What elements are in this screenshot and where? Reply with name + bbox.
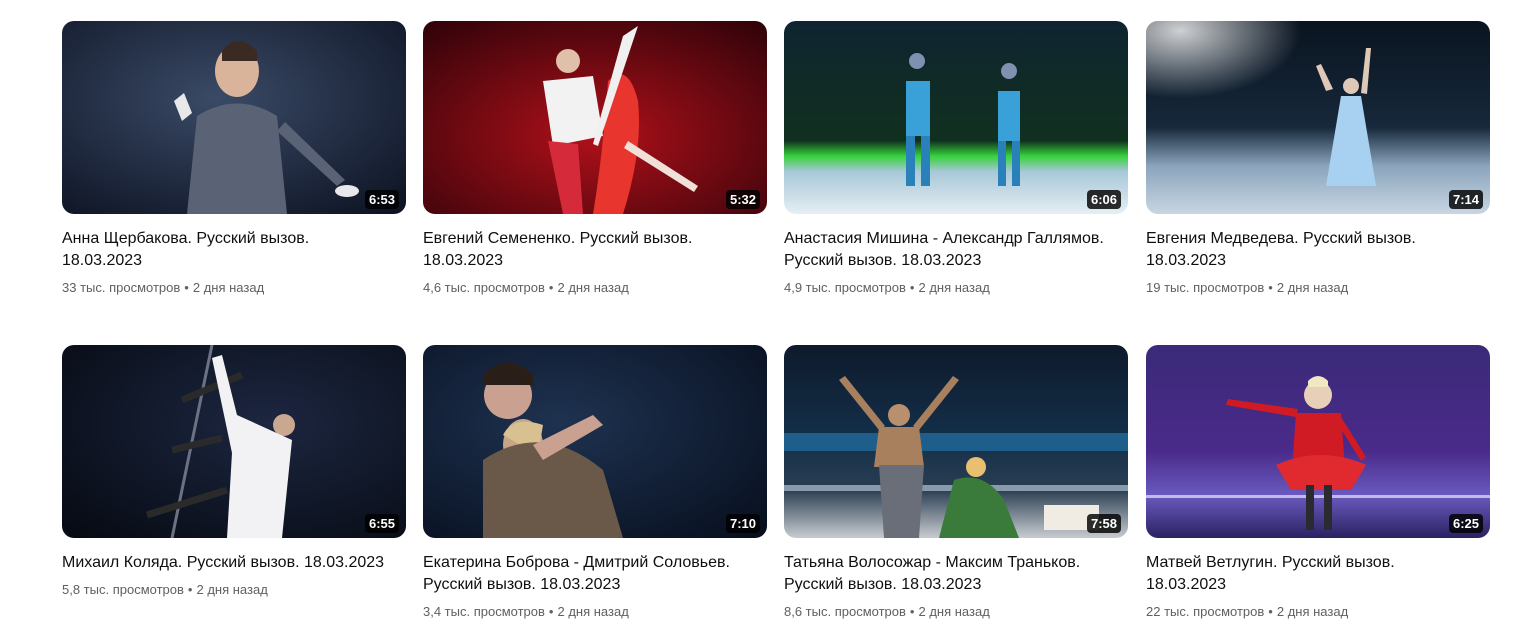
- meta-separator: •: [548, 604, 554, 619]
- video-thumbnail[interactable]: 6:06: [784, 21, 1128, 214]
- video-meta: 19 тыс. просмотров • 2 дня назад: [1146, 279, 1490, 297]
- video-meta: 4,6 тыс. просмотров • 2 дня назад: [423, 279, 767, 297]
- view-count: 4,6 тыс. просмотров: [423, 280, 545, 295]
- view-count: 33 тыс. просмотров: [62, 280, 181, 295]
- video-thumbnail[interactable]: 7:58: [784, 345, 1128, 538]
- duration-badge: 6:55: [364, 514, 399, 533]
- video-title[interactable]: Анна Щербакова. Русский вызов. 18.03.202…: [62, 228, 392, 272]
- view-count: 8,6 тыс. просмотров: [784, 604, 906, 619]
- meta-separator: •: [548, 280, 554, 295]
- upload-age: 2 дня назад: [557, 604, 629, 619]
- upload-age: 2 дня назад: [1276, 604, 1349, 619]
- video-thumbnail[interactable]: 6:25: [1146, 345, 1490, 538]
- upload-age: 2 дня назад: [1276, 280, 1349, 295]
- duration-badge: 7:58: [1086, 514, 1121, 533]
- thumbnail-image: [62, 21, 406, 214]
- thumbnail-image: [423, 345, 767, 538]
- view-count: 4,9 тыс. просмотров: [784, 280, 906, 295]
- video-title[interactable]: Матвей Ветлугин. Русский вызов. 18.03.20…: [1146, 552, 1476, 596]
- meta-separator: •: [1268, 604, 1273, 619]
- video-card[interactable]: 7:58 Татьяна Волосожар - Максим Траньков…: [784, 345, 1128, 621]
- video-card[interactable]: 7:10 Екатерина Боброва - Дмитрий Соловье…: [423, 345, 767, 621]
- thumbnail-image: [784, 21, 1128, 214]
- video-meta: 4,9 тыс. просмотров • 2 дня назад: [784, 279, 1128, 297]
- video-meta: 5,8 тыс. просмотров • 2 дня назад: [62, 581, 406, 599]
- video-card[interactable]: 6:55 Михаил Коляда. Русский вызов. 18.03…: [62, 345, 406, 599]
- view-count: 19 тыс. просмотров: [1146, 280, 1265, 295]
- video-title[interactable]: Анастасия Мишина - Александр Галлямов. Р…: [784, 228, 1114, 272]
- video-meta: 8,6 тыс. просмотров • 2 дня назад: [784, 603, 1128, 621]
- video-title[interactable]: Евгения Медведева. Русский вызов. 18.03.…: [1146, 228, 1476, 272]
- view-count: 5,8 тыс. просмотров: [62, 582, 184, 597]
- video-thumbnail[interactable]: 7:14: [1146, 21, 1490, 214]
- meta-separator: •: [1268, 280, 1273, 295]
- video-card[interactable]: 6:53 Анна Щербакова. Русский вызов. 18.0…: [62, 21, 406, 297]
- duration-badge: 6:53: [364, 190, 399, 209]
- duration-badge: 5:32: [725, 190, 760, 209]
- thumbnail-image: [1146, 345, 1490, 538]
- duration-badge: 7:10: [725, 514, 760, 533]
- meta-separator: •: [187, 582, 193, 597]
- video-title[interactable]: Михаил Коляда. Русский вызов. 18.03.2023: [62, 552, 392, 574]
- video-meta: 33 тыс. просмотров • 2 дня назад: [62, 279, 406, 297]
- video-thumbnail[interactable]: 6:55: [62, 345, 406, 538]
- video-title[interactable]: Екатерина Боброва - Дмитрий Соловьев. Ру…: [423, 552, 753, 596]
- meta-separator: •: [184, 280, 189, 295]
- upload-age: 2 дня назад: [196, 582, 268, 597]
- thumbnail-image: [1146, 21, 1490, 214]
- meta-separator: •: [909, 280, 915, 295]
- duration-badge: 7:14: [1448, 190, 1483, 209]
- duration-badge: 6:25: [1448, 514, 1483, 533]
- thumbnail-image: [423, 21, 767, 214]
- video-thumbnail[interactable]: 5:32: [423, 21, 767, 214]
- upload-age: 2 дня назад: [557, 280, 629, 295]
- duration-badge: 6:06: [1086, 190, 1121, 209]
- upload-age: 2 дня назад: [918, 604, 990, 619]
- upload-age: 2 дня назад: [918, 280, 990, 295]
- meta-separator: •: [909, 604, 915, 619]
- view-count: 3,4 тыс. просмотров: [423, 604, 545, 619]
- video-card[interactable]: 7:14 Евгения Медведева. Русский вызов. 1…: [1146, 21, 1490, 297]
- video-title[interactable]: Евгений Семененко. Русский вызов. 18.03.…: [423, 228, 753, 272]
- video-card[interactable]: 6:25 Матвей Ветлугин. Русский вызов. 18.…: [1146, 345, 1490, 621]
- video-thumbnail[interactable]: 6:53: [62, 21, 406, 214]
- video-grid: 6:53 Анна Щербакова. Русский вызов. 18.0…: [0, 0, 1526, 643]
- video-meta: 22 тыс. просмотров • 2 дня назад: [1146, 603, 1490, 621]
- view-count: 22 тыс. просмотров: [1146, 604, 1265, 619]
- thumbnail-image: [784, 345, 1128, 538]
- video-thumbnail[interactable]: 7:10: [423, 345, 767, 538]
- thumbnail-image: [62, 345, 406, 538]
- video-title[interactable]: Татьяна Волосожар - Максим Траньков. Рус…: [784, 552, 1114, 596]
- video-card[interactable]: 5:32 Евгений Семененко. Русский вызов. 1…: [423, 21, 767, 297]
- video-meta: 3,4 тыс. просмотров • 2 дня назад: [423, 603, 767, 621]
- video-card[interactable]: 6:06 Анастасия Мишина - Александр Галлям…: [784, 21, 1128, 297]
- upload-age: 2 дня назад: [192, 280, 265, 295]
